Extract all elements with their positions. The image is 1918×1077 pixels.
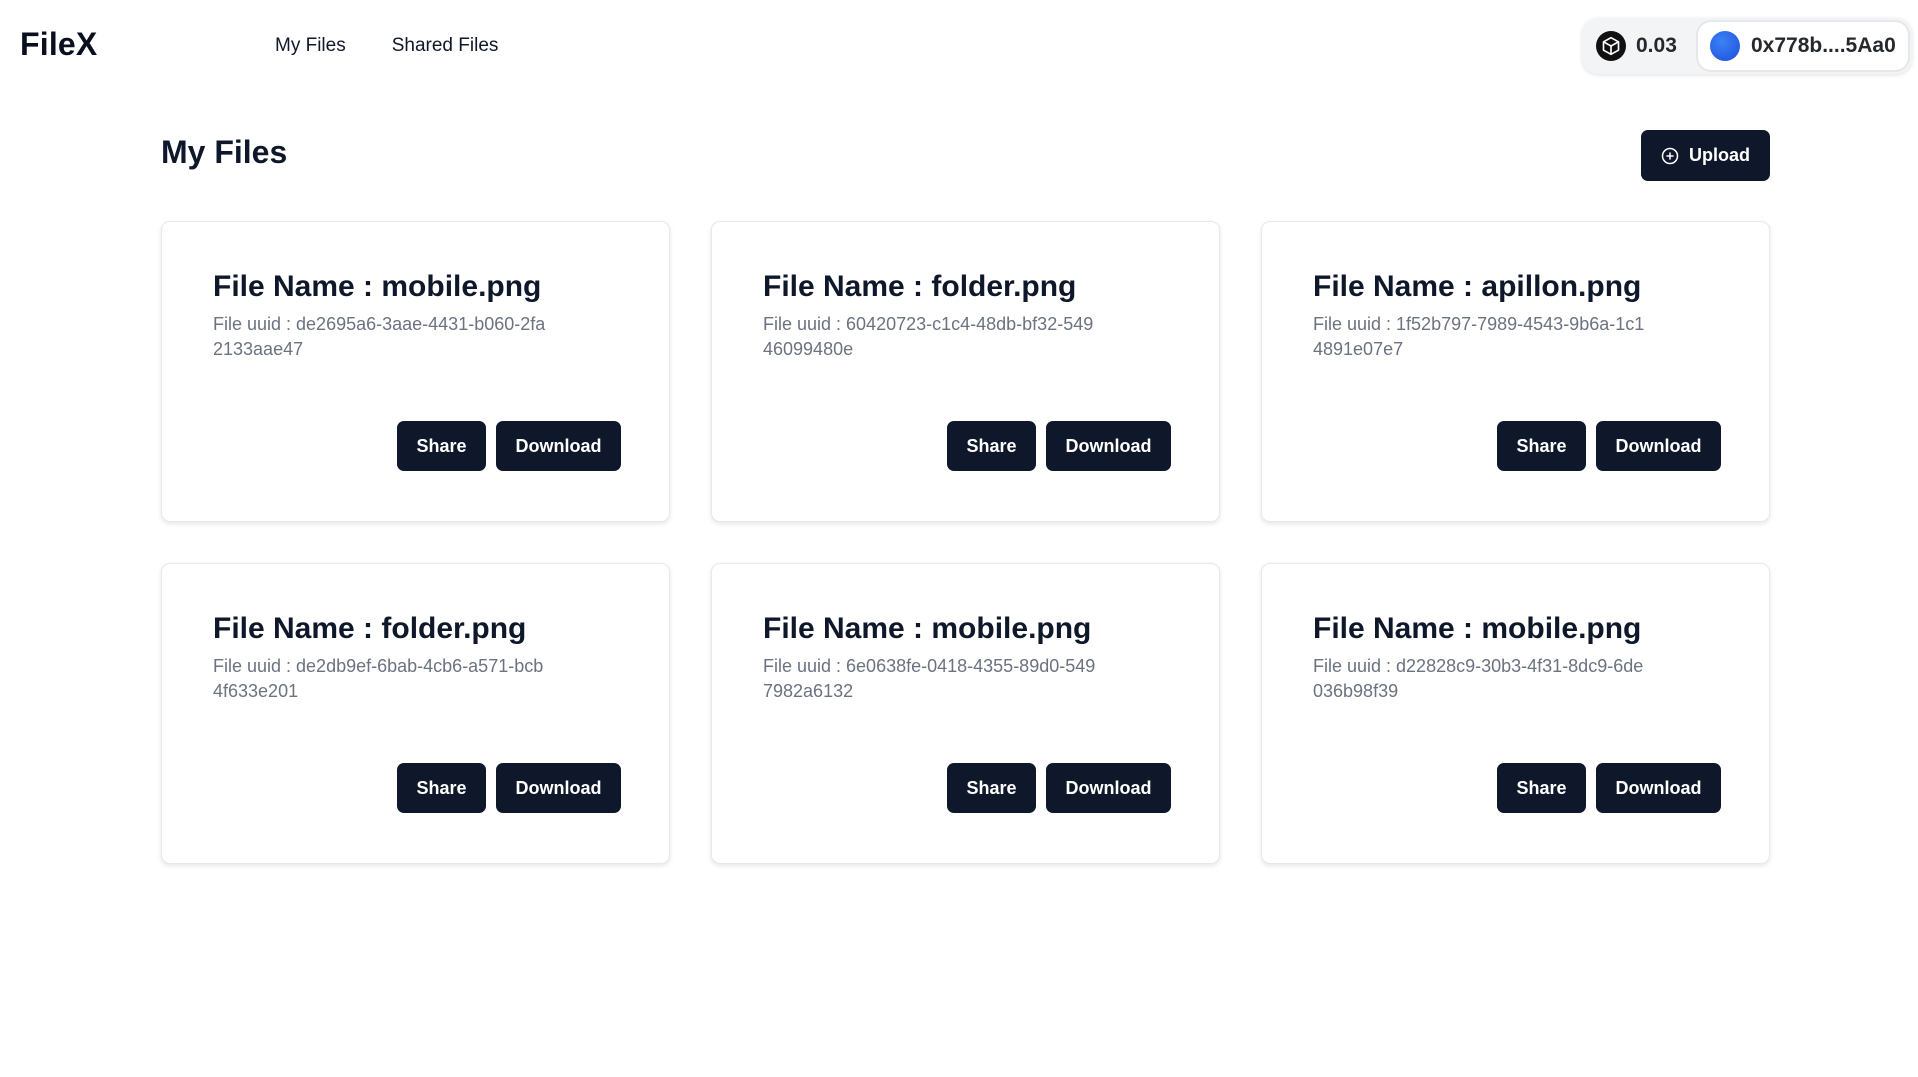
card-actions: Share Download xyxy=(397,763,621,813)
file-card: File Name : mobile.png File uuid : 6e063… xyxy=(711,563,1220,864)
nav-shared-files[interactable]: Shared Files xyxy=(392,34,499,58)
upload-label: Upload xyxy=(1689,145,1750,165)
card-actions: Share Download xyxy=(947,421,1171,471)
card-actions: Share Download xyxy=(1497,763,1721,813)
card-actions: Share Download xyxy=(397,421,621,471)
chain-balance-button[interactable]: 0.03 xyxy=(1582,18,1690,74)
card-actions: Share Download xyxy=(1497,421,1721,471)
card-actions: Share Download xyxy=(947,763,1171,813)
share-button[interactable]: Share xyxy=(397,763,486,813)
share-button[interactable]: Share xyxy=(947,421,1036,471)
file-card: File Name : mobile.png File uuid : d2282… xyxy=(1261,563,1770,864)
file-uuid: File uuid : 6e0638fe-0418-4355-89d0-5497… xyxy=(763,656,1096,701)
cube-icon xyxy=(1596,31,1626,61)
file-name: File Name : apillon.png xyxy=(1313,270,1642,303)
upload-button[interactable]: Upload xyxy=(1641,130,1770,181)
file-uuid: File uuid : d22828c9-30b3-4f31-8dc9-6de0… xyxy=(1313,656,1644,701)
top-navbar: FileX My Files Shared Files 0.03 0x778b.… xyxy=(0,0,1918,92)
file-card: File Name : folder.png File uuid : 60420… xyxy=(711,221,1220,522)
file-name: File Name : mobile.png xyxy=(763,612,1092,645)
file-uuid: File uuid : 1f52b797-7989-4543-9b6a-1c14… xyxy=(1313,314,1645,359)
file-name: File Name : mobile.png xyxy=(1313,612,1642,645)
wallet-widget: 0.03 0x778b....5Aa0 xyxy=(1582,18,1912,74)
share-button[interactable]: Share xyxy=(947,763,1036,813)
file-uuid: File uuid : de2695a6-3aae-4431-b060-2fa2… xyxy=(213,314,546,359)
account-avatar xyxy=(1710,31,1740,61)
plus-circle-icon xyxy=(1661,147,1679,165)
download-button[interactable]: Download xyxy=(1596,763,1721,813)
download-button[interactable]: Download xyxy=(1046,763,1171,813)
file-uuid: File uuid : de2db9ef-6bab-4cb6-a571-bcb4… xyxy=(213,656,544,701)
download-button[interactable]: Download xyxy=(496,421,621,471)
share-button[interactable]: Share xyxy=(1497,763,1586,813)
account-address: 0x778b....5Aa0 xyxy=(1751,34,1896,57)
download-button[interactable]: Download xyxy=(1596,421,1721,471)
file-card: File Name : folder.png File uuid : de2db… xyxy=(161,563,670,864)
download-button[interactable]: Download xyxy=(496,763,621,813)
file-card: File Name : apillon.png File uuid : 1f52… xyxy=(1261,221,1770,522)
share-button[interactable]: Share xyxy=(1497,421,1586,471)
file-name: File Name : mobile.png xyxy=(213,270,542,303)
page-title: My Files xyxy=(161,134,288,170)
main-nav: My Files Shared Files xyxy=(275,34,498,58)
account-button[interactable]: 0x778b....5Aa0 xyxy=(1698,22,1908,70)
balance-value: 0.03 xyxy=(1636,34,1677,57)
nav-my-files[interactable]: My Files xyxy=(275,34,346,58)
file-uuid: File uuid : 60420723-c1c4-48db-bf32-5494… xyxy=(763,314,1094,359)
file-name: File Name : folder.png xyxy=(213,612,527,645)
app-logo[interactable]: FileX xyxy=(20,24,97,64)
file-name: File Name : folder.png xyxy=(763,270,1077,303)
file-grid: File Name : mobile.png File uuid : de269… xyxy=(161,221,1770,864)
file-card: File Name : mobile.png File uuid : de269… xyxy=(161,221,670,522)
share-button[interactable]: Share xyxy=(397,421,486,471)
download-button[interactable]: Download xyxy=(1046,421,1171,471)
